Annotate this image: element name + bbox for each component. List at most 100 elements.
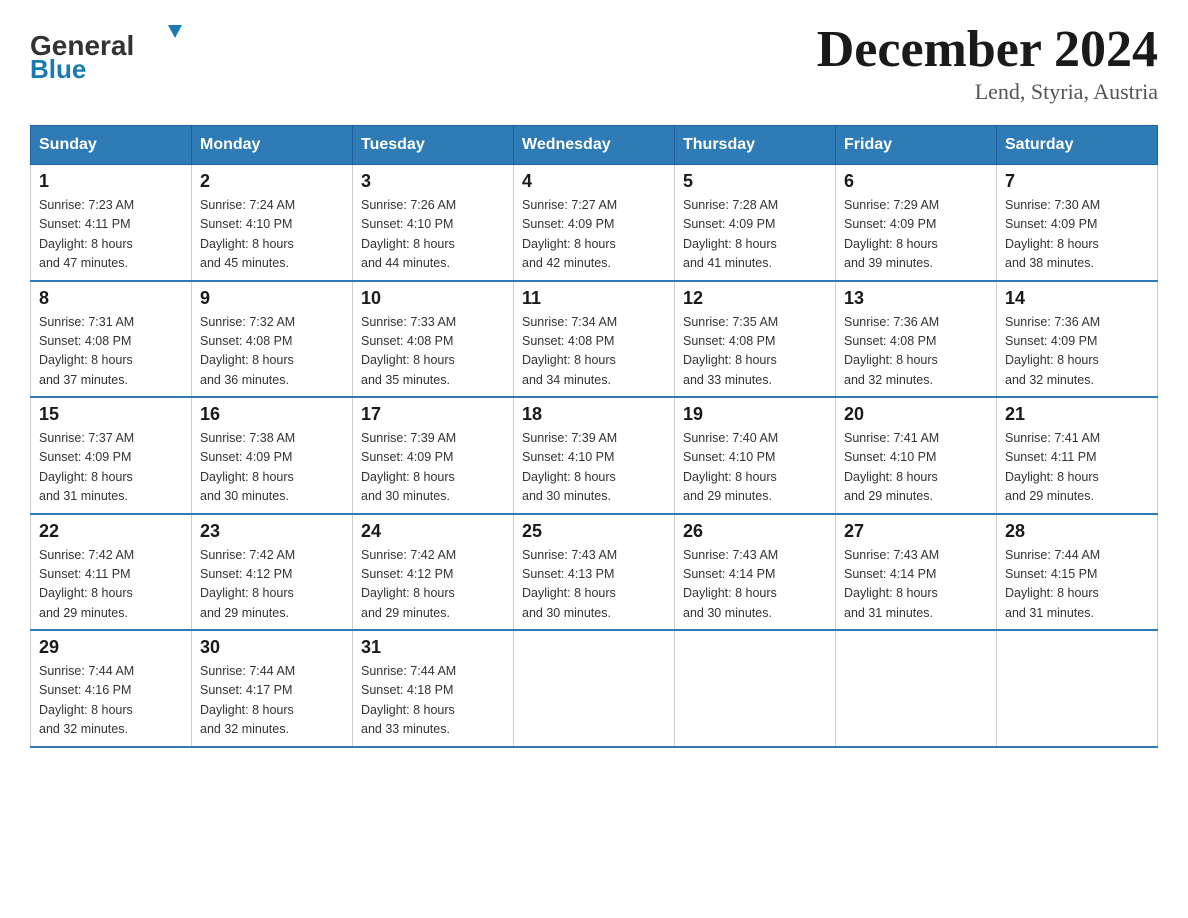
day-info: Sunrise: 7:43 AM Sunset: 4:14 PM Dayligh…	[683, 546, 827, 624]
calendar-week-row: 22 Sunrise: 7:42 AM Sunset: 4:11 PM Dayl…	[31, 514, 1158, 631]
calendar-cell	[997, 630, 1158, 747]
weekday-header-sunday: Sunday	[31, 126, 192, 165]
calendar-body: 1 Sunrise: 7:23 AM Sunset: 4:11 PM Dayli…	[31, 165, 1158, 747]
calendar-cell: 5 Sunrise: 7:28 AM Sunset: 4:09 PM Dayli…	[675, 165, 836, 281]
calendar-cell: 31 Sunrise: 7:44 AM Sunset: 4:18 PM Dayl…	[353, 630, 514, 747]
weekday-header-monday: Monday	[192, 126, 353, 165]
calendar-week-row: 1 Sunrise: 7:23 AM Sunset: 4:11 PM Dayli…	[31, 165, 1158, 281]
day-info: Sunrise: 7:28 AM Sunset: 4:09 PM Dayligh…	[683, 196, 827, 274]
calendar-cell: 10 Sunrise: 7:33 AM Sunset: 4:08 PM Dayl…	[353, 281, 514, 398]
day-info: Sunrise: 7:34 AM Sunset: 4:08 PM Dayligh…	[522, 313, 666, 391]
calendar-cell: 15 Sunrise: 7:37 AM Sunset: 4:09 PM Dayl…	[31, 397, 192, 514]
calendar-cell	[514, 630, 675, 747]
calendar-cell: 2 Sunrise: 7:24 AM Sunset: 4:10 PM Dayli…	[192, 165, 353, 281]
day-info: Sunrise: 7:23 AM Sunset: 4:11 PM Dayligh…	[39, 196, 183, 274]
calendar-cell: 21 Sunrise: 7:41 AM Sunset: 4:11 PM Dayl…	[997, 397, 1158, 514]
calendar-cell: 8 Sunrise: 7:31 AM Sunset: 4:08 PM Dayli…	[31, 281, 192, 398]
calendar-cell: 9 Sunrise: 7:32 AM Sunset: 4:08 PM Dayli…	[192, 281, 353, 398]
day-info: Sunrise: 7:26 AM Sunset: 4:10 PM Dayligh…	[361, 196, 505, 274]
calendar-cell: 4 Sunrise: 7:27 AM Sunset: 4:09 PM Dayli…	[514, 165, 675, 281]
day-info: Sunrise: 7:36 AM Sunset: 4:08 PM Dayligh…	[844, 313, 988, 391]
calendar-cell: 13 Sunrise: 7:36 AM Sunset: 4:08 PM Dayl…	[836, 281, 997, 398]
calendar-cell	[675, 630, 836, 747]
day-info: Sunrise: 7:43 AM Sunset: 4:13 PM Dayligh…	[522, 546, 666, 624]
calendar-week-row: 8 Sunrise: 7:31 AM Sunset: 4:08 PM Dayli…	[31, 281, 1158, 398]
day-number: 28	[1005, 521, 1149, 542]
day-info: Sunrise: 7:42 AM Sunset: 4:11 PM Dayligh…	[39, 546, 183, 624]
calendar-cell: 18 Sunrise: 7:39 AM Sunset: 4:10 PM Dayl…	[514, 397, 675, 514]
svg-text:Blue: Blue	[30, 54, 86, 80]
day-info: Sunrise: 7:41 AM Sunset: 4:10 PM Dayligh…	[844, 429, 988, 507]
day-info: Sunrise: 7:29 AM Sunset: 4:09 PM Dayligh…	[844, 196, 988, 274]
calendar-week-row: 15 Sunrise: 7:37 AM Sunset: 4:09 PM Dayl…	[31, 397, 1158, 514]
day-info: Sunrise: 7:44 AM Sunset: 4:15 PM Dayligh…	[1005, 546, 1149, 624]
day-info: Sunrise: 7:42 AM Sunset: 4:12 PM Dayligh…	[200, 546, 344, 624]
logo: General Blue	[30, 20, 190, 80]
calendar-cell: 1 Sunrise: 7:23 AM Sunset: 4:11 PM Dayli…	[31, 165, 192, 281]
calendar-cell: 26 Sunrise: 7:43 AM Sunset: 4:14 PM Dayl…	[675, 514, 836, 631]
title-block: December 2024 Lend, Styria, Austria	[817, 20, 1158, 105]
day-number: 13	[844, 288, 988, 309]
calendar-cell: 16 Sunrise: 7:38 AM Sunset: 4:09 PM Dayl…	[192, 397, 353, 514]
day-number: 16	[200, 404, 344, 425]
day-number: 1	[39, 171, 183, 192]
day-number: 12	[683, 288, 827, 309]
day-number: 20	[844, 404, 988, 425]
day-info: Sunrise: 7:41 AM Sunset: 4:11 PM Dayligh…	[1005, 429, 1149, 507]
calendar-cell: 20 Sunrise: 7:41 AM Sunset: 4:10 PM Dayl…	[836, 397, 997, 514]
calendar-cell: 12 Sunrise: 7:35 AM Sunset: 4:08 PM Dayl…	[675, 281, 836, 398]
calendar-week-row: 29 Sunrise: 7:44 AM Sunset: 4:16 PM Dayl…	[31, 630, 1158, 747]
calendar-cell: 14 Sunrise: 7:36 AM Sunset: 4:09 PM Dayl…	[997, 281, 1158, 398]
day-info: Sunrise: 7:31 AM Sunset: 4:08 PM Dayligh…	[39, 313, 183, 391]
day-info: Sunrise: 7:44 AM Sunset: 4:16 PM Dayligh…	[39, 662, 183, 740]
page-title: December 2024	[817, 20, 1158, 79]
calendar-cell: 11 Sunrise: 7:34 AM Sunset: 4:08 PM Dayl…	[514, 281, 675, 398]
day-number: 2	[200, 171, 344, 192]
day-info: Sunrise: 7:32 AM Sunset: 4:08 PM Dayligh…	[200, 313, 344, 391]
day-info: Sunrise: 7:27 AM Sunset: 4:09 PM Dayligh…	[522, 196, 666, 274]
weekday-header-thursday: Thursday	[675, 126, 836, 165]
weekday-header-friday: Friday	[836, 126, 997, 165]
calendar-cell: 23 Sunrise: 7:42 AM Sunset: 4:12 PM Dayl…	[192, 514, 353, 631]
weekday-header-saturday: Saturday	[997, 126, 1158, 165]
day-info: Sunrise: 7:44 AM Sunset: 4:18 PM Dayligh…	[361, 662, 505, 740]
calendar-cell: 3 Sunrise: 7:26 AM Sunset: 4:10 PM Dayli…	[353, 165, 514, 281]
day-number: 19	[683, 404, 827, 425]
day-info: Sunrise: 7:39 AM Sunset: 4:10 PM Dayligh…	[522, 429, 666, 507]
day-number: 15	[39, 404, 183, 425]
calendar-cell: 7 Sunrise: 7:30 AM Sunset: 4:09 PM Dayli…	[997, 165, 1158, 281]
day-number: 6	[844, 171, 988, 192]
page-header: General Blue December 2024 Lend, Styria,…	[30, 20, 1158, 105]
day-number: 3	[361, 171, 505, 192]
day-number: 7	[1005, 171, 1149, 192]
calendar-cell	[836, 630, 997, 747]
day-number: 11	[522, 288, 666, 309]
day-info: Sunrise: 7:30 AM Sunset: 4:09 PM Dayligh…	[1005, 196, 1149, 274]
day-number: 8	[39, 288, 183, 309]
day-info: Sunrise: 7:37 AM Sunset: 4:09 PM Dayligh…	[39, 429, 183, 507]
day-number: 5	[683, 171, 827, 192]
weekday-header-tuesday: Tuesday	[353, 126, 514, 165]
day-info: Sunrise: 7:38 AM Sunset: 4:09 PM Dayligh…	[200, 429, 344, 507]
day-number: 27	[844, 521, 988, 542]
day-number: 4	[522, 171, 666, 192]
day-number: 14	[1005, 288, 1149, 309]
day-number: 25	[522, 521, 666, 542]
calendar-cell: 28 Sunrise: 7:44 AM Sunset: 4:15 PM Dayl…	[997, 514, 1158, 631]
calendar-cell: 30 Sunrise: 7:44 AM Sunset: 4:17 PM Dayl…	[192, 630, 353, 747]
day-number: 30	[200, 637, 344, 658]
day-number: 24	[361, 521, 505, 542]
day-info: Sunrise: 7:44 AM Sunset: 4:17 PM Dayligh…	[200, 662, 344, 740]
logo-svg: General Blue	[30, 20, 190, 80]
calendar-cell: 24 Sunrise: 7:42 AM Sunset: 4:12 PM Dayl…	[353, 514, 514, 631]
day-info: Sunrise: 7:36 AM Sunset: 4:09 PM Dayligh…	[1005, 313, 1149, 391]
day-number: 10	[361, 288, 505, 309]
day-number: 21	[1005, 404, 1149, 425]
day-number: 18	[522, 404, 666, 425]
day-info: Sunrise: 7:42 AM Sunset: 4:12 PM Dayligh…	[361, 546, 505, 624]
day-number: 22	[39, 521, 183, 542]
weekday-header-wednesday: Wednesday	[514, 126, 675, 165]
calendar-table: SundayMondayTuesdayWednesdayThursdayFrid…	[30, 125, 1158, 748]
day-info: Sunrise: 7:33 AM Sunset: 4:08 PM Dayligh…	[361, 313, 505, 391]
day-info: Sunrise: 7:39 AM Sunset: 4:09 PM Dayligh…	[361, 429, 505, 507]
